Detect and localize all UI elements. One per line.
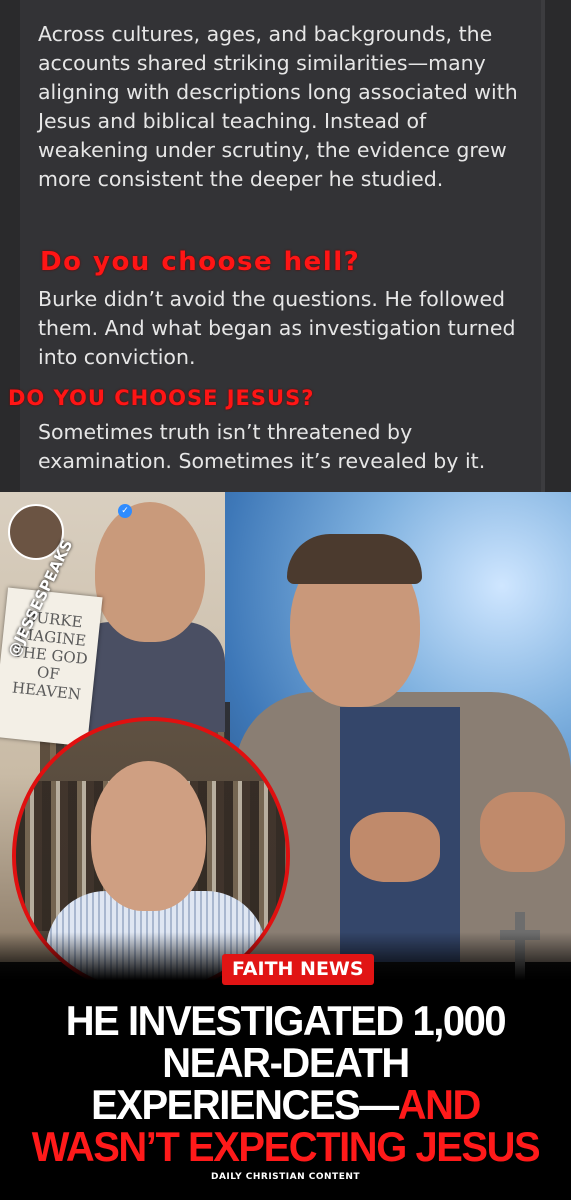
speaker-right-hand: [480, 792, 565, 872]
headline-line-3: EXPERIENCES—AND: [14, 1084, 556, 1126]
headline: HE INVESTIGATED 1,000 NEAR-DEATH EXPERIE…: [14, 1000, 556, 1168]
post-paragraph-1: Across cultures, ages, and backgrounds, …: [38, 22, 518, 191]
red-banner-hell: Do you choose hell?: [40, 247, 361, 277]
left-man-face: [95, 502, 205, 642]
book-cover: BURKE MAGINE THE GOD OF HEAVEN: [0, 587, 103, 747]
post-area: Across cultures, ages, and backgrounds, …: [0, 0, 571, 492]
speaker-left-hand: [350, 812, 440, 882]
headline-line-3-white: EXPERIENCES—: [91, 1081, 399, 1128]
inset-face: [91, 761, 206, 911]
speaker-hair: [287, 534, 422, 584]
verified-badge-icon: ✓: [118, 504, 132, 518]
headline-line-1: HE INVESTIGATED 1,000: [65, 997, 507, 1044]
footer-credit: DAILY CHRISTIAN CONTENT: [210, 1172, 361, 1182]
post-paragraph-3: Sometimes truth isn’t threatened by exam…: [38, 420, 486, 473]
headline-line-3-red: AND: [397, 1081, 482, 1128]
red-banner-jesus: DO YOU CHOOSE JESUS?: [8, 386, 315, 410]
article-thumbnail[interactable]: BURKE MAGINE THE GOD OF HEAVEN @JESSESPE…: [0, 492, 571, 1200]
headline-line-2: NEAR-DEATH: [162, 1039, 410, 1086]
post-paragraph-2: Burke didn’t avoid the questions. He fol…: [38, 287, 516, 369]
headline-line-4: WASN’T EXPECTING JESUS: [31, 1123, 541, 1170]
category-label: FAITH NEWS: [222, 954, 374, 985]
